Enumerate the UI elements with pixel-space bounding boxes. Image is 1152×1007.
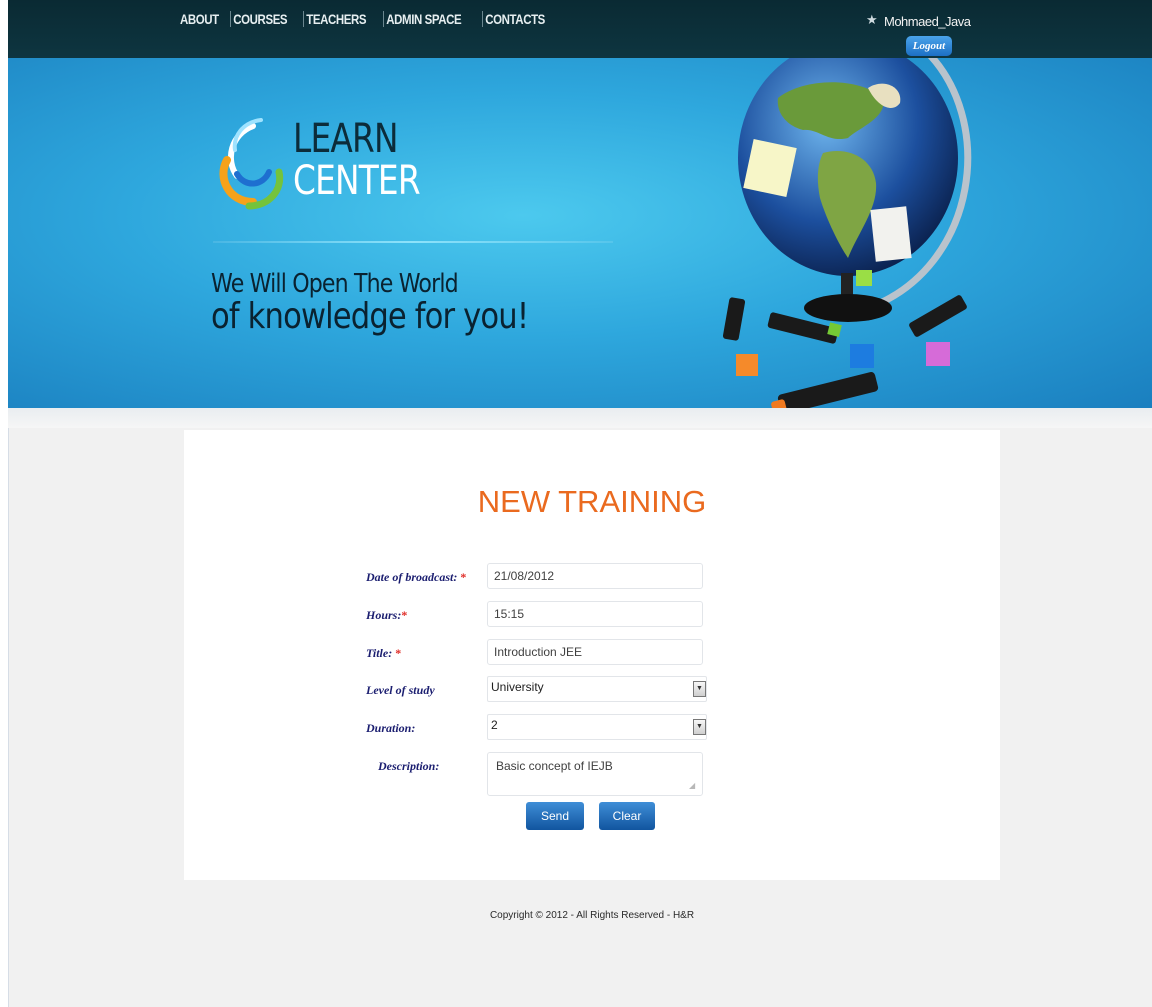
copyright: Copyright © 2012 - All Rights Reserved -… bbox=[489, 910, 695, 921]
duration-select[interactable]: 2 ▼ bbox=[487, 714, 707, 740]
page: ABOUT COURSES TEACHERS ADMIN SPACE CONTA… bbox=[0, 0, 1152, 1007]
label-description: Description: bbox=[378, 759, 440, 773]
slogan-line-2: of knowledge for you! bbox=[211, 296, 529, 337]
row-duration: Duration: 2 ▼ bbox=[184, 714, 1000, 744]
learn-center-logo: LEARN CENTER bbox=[213, 114, 453, 214]
label-duration: Duration: bbox=[366, 721, 416, 735]
slogan-line-1: We Will Open The World bbox=[211, 269, 459, 299]
chevron-down-icon[interactable]: ▼ bbox=[693, 719, 706, 735]
clear-button[interactable]: Clear bbox=[599, 802, 655, 830]
hours-input[interactable] bbox=[487, 601, 703, 627]
date-input[interactable] bbox=[487, 563, 703, 589]
form-title: NEW TRAINING bbox=[477, 484, 707, 519]
nav-about[interactable]: ABOUT bbox=[180, 11, 221, 27]
main-nav: ABOUT COURSES TEACHERS ADMIN SPACE CONTA… bbox=[180, 6, 561, 32]
nav-courses[interactable]: COURSES bbox=[230, 11, 290, 27]
hero-banner: LEARN CENTER We Will Open The World of k… bbox=[8, 58, 1152, 408]
main-content: NEW TRAINING Date of broadcast: * Hours:… bbox=[184, 430, 1000, 880]
chevron-down-icon[interactable]: ▼ bbox=[693, 681, 706, 697]
hero-bottom-strip bbox=[8, 408, 1152, 428]
label-title: Title: * bbox=[366, 646, 402, 660]
send-button[interactable]: Send bbox=[526, 802, 584, 830]
resize-grip-icon[interactable]: ◢ bbox=[689, 782, 697, 790]
logo-line-2: CENTER bbox=[293, 158, 421, 204]
user-name: Mohmaed_Java bbox=[884, 14, 971, 29]
row-description: Description: Basic concept of IEJB ◢ bbox=[184, 752, 1000, 800]
user-icon: ★ bbox=[866, 12, 878, 27]
slogan: We Will Open The World of knowledge for … bbox=[211, 269, 529, 337]
row-level: Level of study University ▼ bbox=[184, 676, 1000, 706]
level-select-value: University bbox=[491, 680, 544, 694]
logout-button[interactable]: Logout bbox=[906, 36, 952, 56]
user-area: ★ Mohmaed_Java Logout bbox=[864, 10, 974, 56]
logo-text: LEARN CENTER bbox=[293, 116, 421, 204]
logo-line-1: LEARN bbox=[293, 116, 398, 162]
level-select[interactable]: University ▼ bbox=[487, 676, 707, 702]
label-level: Level of study bbox=[366, 683, 435, 697]
row-hours: Hours:* bbox=[184, 601, 1000, 631]
label-hours: Hours:* bbox=[366, 608, 408, 622]
title-input[interactable] bbox=[487, 639, 703, 665]
row-date: Date of broadcast: * bbox=[184, 563, 1000, 593]
globe-illustration bbox=[722, 58, 972, 408]
description-textarea[interactable]: Basic concept of IEJB bbox=[487, 752, 703, 796]
nav-teachers[interactable]: TEACHERS bbox=[303, 11, 369, 27]
duration-select-value: 2 bbox=[491, 718, 498, 732]
nav-contacts[interactable]: CONTACTS bbox=[481, 11, 547, 27]
logo-swirl-icon bbox=[219, 118, 284, 210]
nav-admin-space[interactable]: ADMIN SPACE bbox=[383, 11, 464, 27]
hero-divider bbox=[213, 241, 613, 243]
row-title: Title: * bbox=[184, 639, 1000, 669]
label-date: Date of broadcast: * bbox=[366, 570, 467, 584]
top-nav-bar: ABOUT COURSES TEACHERS ADMIN SPACE CONTA… bbox=[8, 0, 1152, 58]
